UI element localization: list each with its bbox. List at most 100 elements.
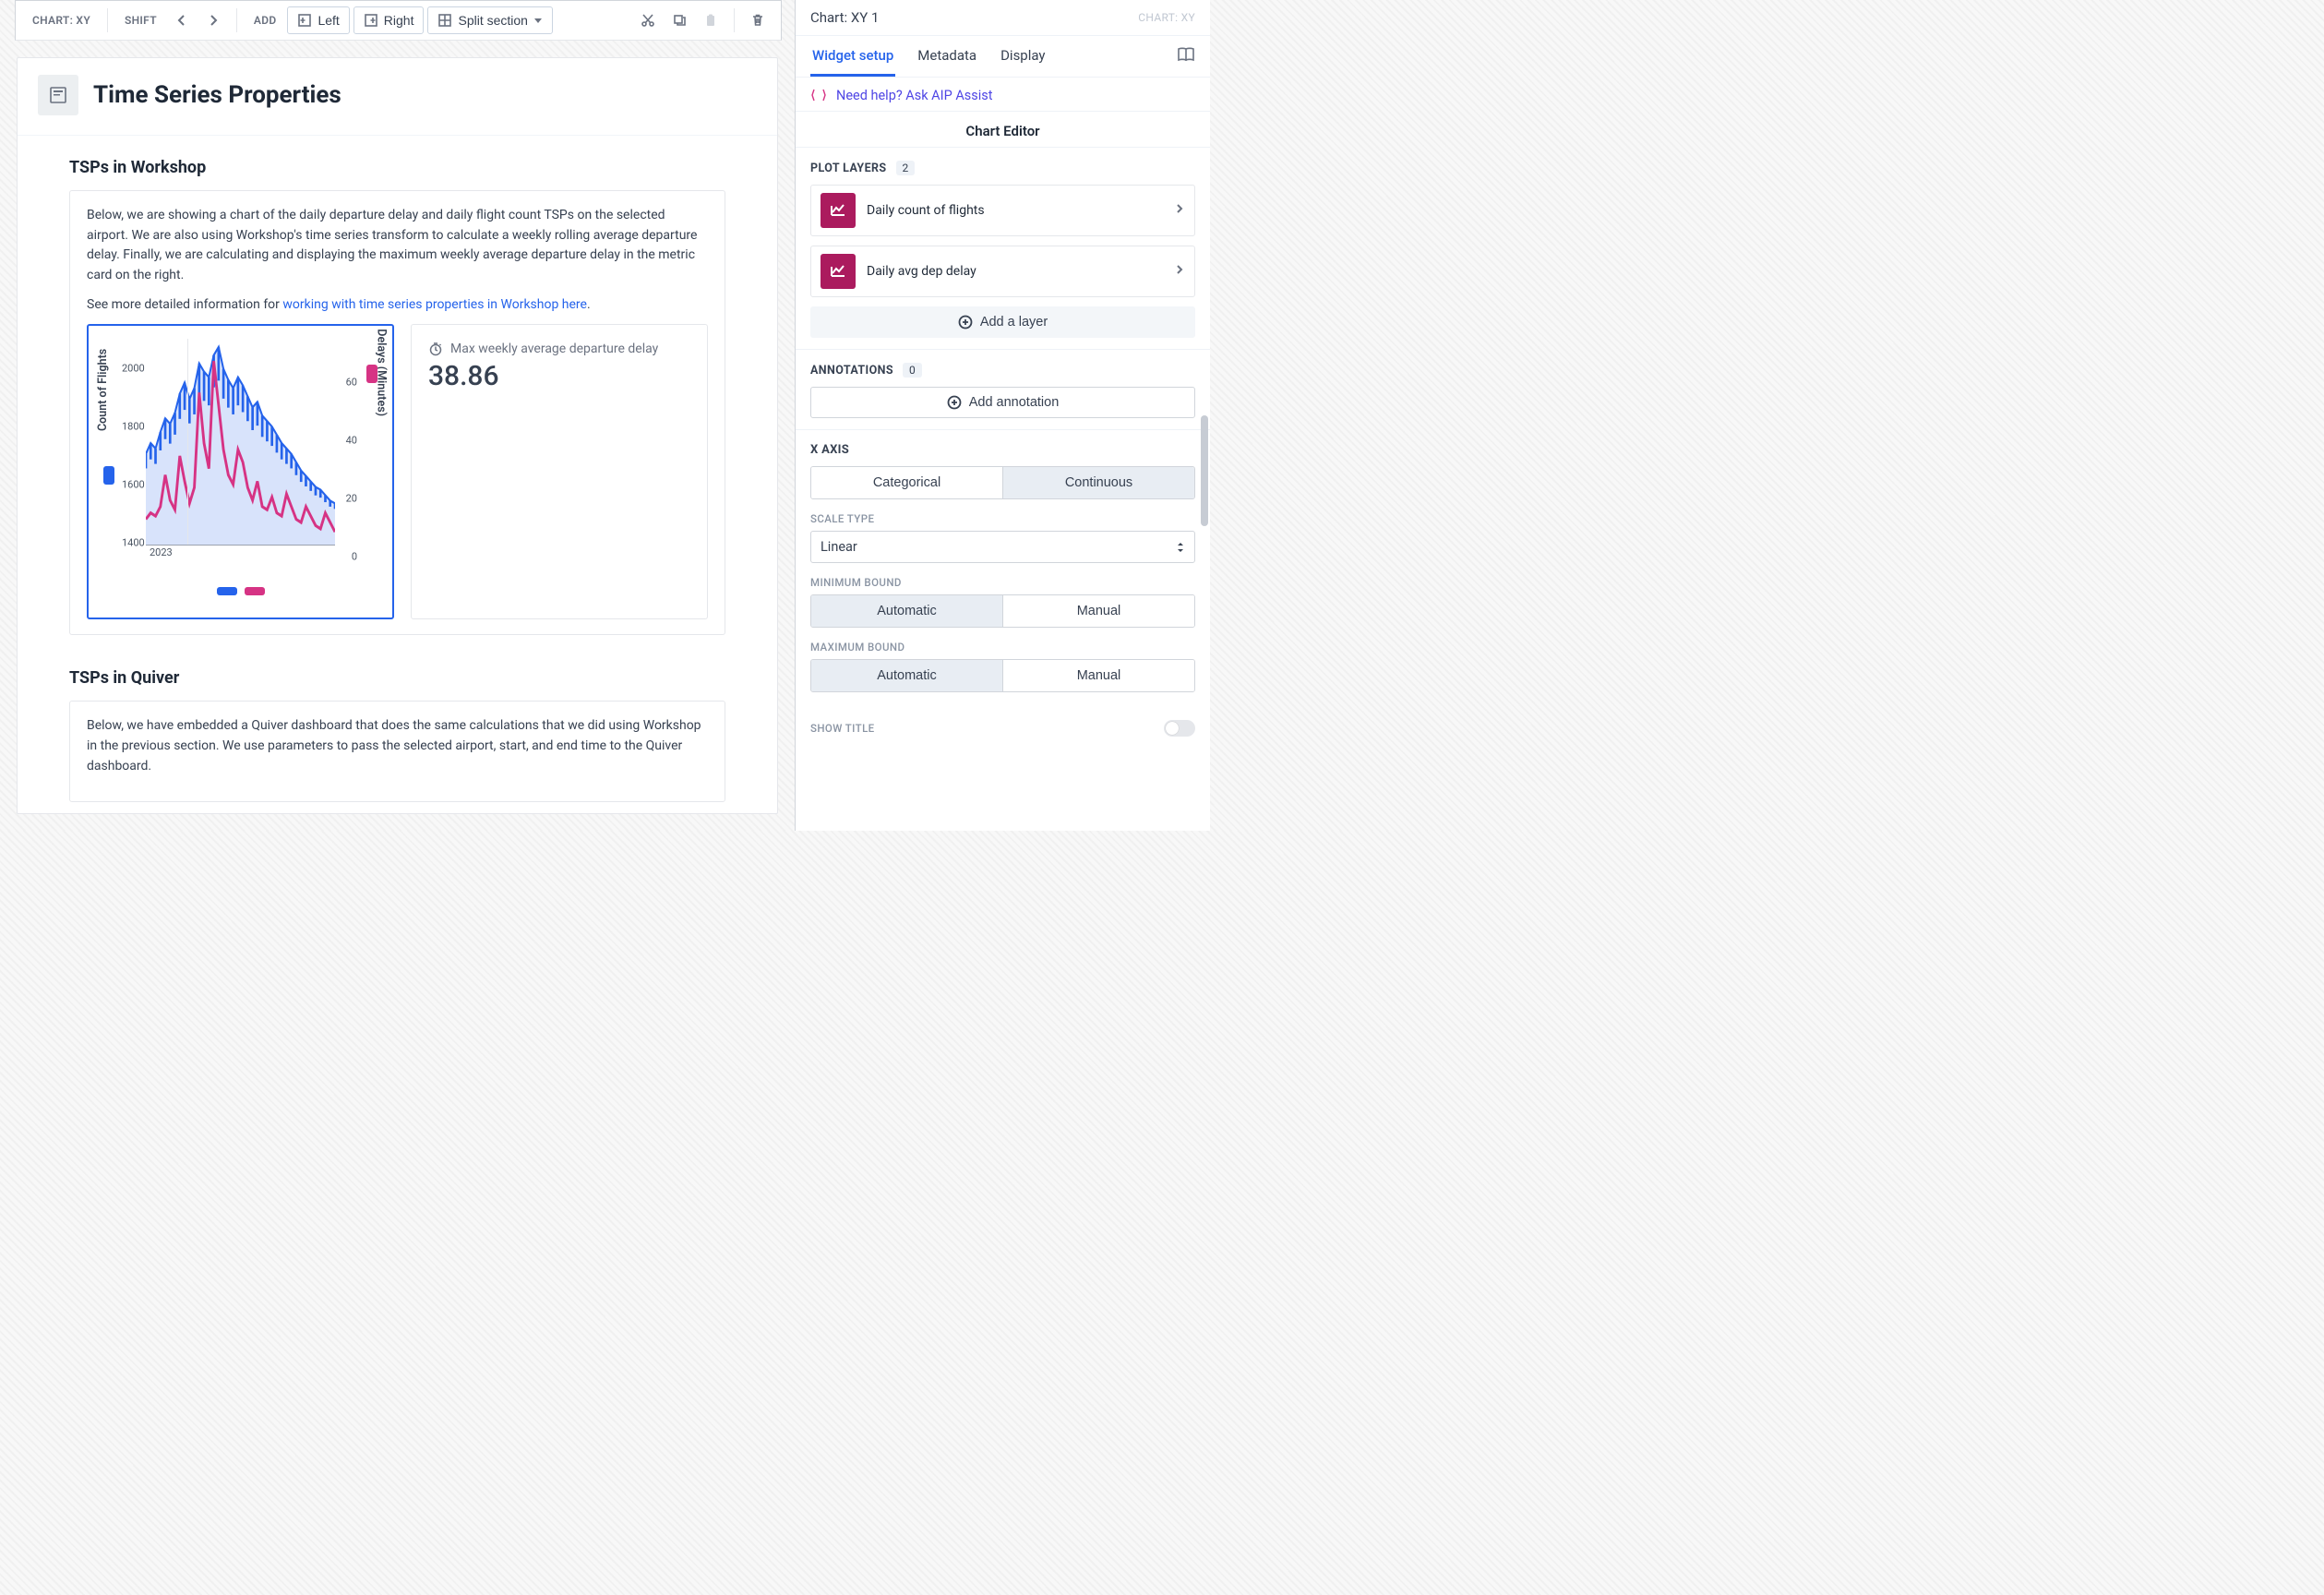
series-swatch-blue [103, 466, 114, 485]
shift-left-icon[interactable] [168, 6, 196, 34]
plus-circle-icon [947, 395, 962, 410]
add-right-button[interactable]: Right [353, 6, 425, 34]
xy-chart[interactable]: Count of Flights Delays (Minutes) [87, 324, 394, 619]
chevron-right-icon [1174, 203, 1185, 218]
layer-item[interactable]: Daily avg dep delay [810, 246, 1195, 297]
metric-card: Max weekly average departure delay 38.86 [411, 324, 708, 619]
trash-icon[interactable] [744, 6, 772, 34]
aip-assist-text: Need help? Ask AIP Assist [836, 88, 993, 103]
section-body: Below, we are showing a chart of the dai… [69, 190, 725, 635]
annotations-block: ANNOTATIONS 0 Add annotation [796, 350, 1210, 430]
y-left-tick: 2000 [122, 363, 145, 375]
workshop-tsp-link[interactable]: working with time series properties in W… [282, 297, 587, 312]
y-right-tick: 40 [346, 435, 357, 447]
annotations-label: ANNOTATIONS [810, 364, 893, 378]
chart-line-icon [821, 193, 856, 228]
tab-display[interactable]: Display [999, 36, 1047, 77]
seg-manual[interactable]: Manual [1002, 660, 1194, 691]
editor-title: Chart Editor [796, 111, 1210, 148]
add-left-label: Left [317, 13, 339, 28]
scale-type-select[interactable]: Linear [810, 531, 1195, 563]
section-title: TSPs in Quiver [69, 668, 725, 688]
plot-area [146, 339, 335, 546]
max-bound-label: MAXIMUM BOUND [810, 641, 1195, 654]
shift-right-icon[interactable] [199, 6, 227, 34]
metric-value: 38.86 [428, 360, 690, 392]
x-axis-block: X AXIS Categorical Continuous SCALE TYPE… [796, 430, 1210, 709]
section-workshop: TSPs in Workshop Below, we are showing a… [18, 136, 777, 646]
docs-icon[interactable] [1177, 38, 1195, 75]
scale-type-value: Linear [821, 539, 857, 555]
x-tick: 2023 [150, 546, 173, 558]
seg-categorical[interactable]: Categorical [811, 467, 1002, 498]
legend-swatch-pink [245, 587, 265, 595]
plus-circle-icon [958, 315, 973, 330]
layer-label: Daily count of flights [867, 203, 985, 218]
section-paragraph: Below, we are showing a chart of the dai… [87, 206, 708, 286]
plot-layers-block: PLOT LAYERS 2 Daily count of flights Dai… [796, 148, 1210, 350]
inspector-title: Chart: XY 1 [810, 9, 879, 26]
chart-svg [146, 339, 335, 545]
seg-auto[interactable]: Automatic [811, 595, 1002, 627]
add-layer-label: Add a layer [980, 315, 1048, 330]
chart-type-label: CHART: XY [25, 14, 98, 27]
stopwatch-icon [428, 342, 443, 356]
section-quiver: TSPs in Quiver Below, we have embedded a… [18, 646, 777, 812]
x-axis-type-segment: Categorical Continuous [810, 466, 1195, 499]
inspector-tabs: Widget setup Metadata Display [796, 36, 1210, 78]
seg-manual[interactable]: Manual [1002, 595, 1194, 627]
y-left-tick: 1400 [122, 537, 145, 549]
page-title: Time Series Properties [93, 81, 341, 109]
add-left-button[interactable]: Left [287, 6, 349, 34]
divider [734, 8, 735, 32]
min-bound-label: MINIMUM BOUND [810, 576, 1195, 589]
layer-item[interactable]: Daily count of flights [810, 185, 1195, 236]
seg-continuous[interactable]: Continuous [1002, 467, 1194, 498]
x-axis-label: X AXIS [810, 443, 1195, 457]
hidden-tabs-row [18, 126, 777, 136]
seg-auto[interactable]: Automatic [811, 660, 1002, 691]
add-annotation-button[interactable]: Add annotation [810, 387, 1195, 418]
show-title-toggle[interactable] [1164, 720, 1195, 737]
copy-icon[interactable] [665, 6, 693, 34]
legend-swatch-blue [217, 587, 237, 595]
legend [98, 587, 383, 595]
scale-type-label: SCALE TYPE [810, 512, 1195, 525]
inspector-panel: Chart: XY 1 CHART: XY Widget setup Metad… [795, 0, 1210, 831]
chevron-right-icon [1174, 264, 1185, 279]
assist-icon [810, 87, 827, 103]
tab-metadata[interactable]: Metadata [916, 36, 978, 77]
aip-assist-link[interactable]: Need help? Ask AIP Assist [796, 78, 1210, 111]
select-caret-icon [1176, 541, 1185, 554]
plot-layers-label: PLOT LAYERS [810, 162, 887, 175]
y-right-tick: 20 [346, 493, 357, 505]
section-paragraph: Below, we have embedded a Quiver dashboa… [87, 716, 708, 776]
tab-widget-setup[interactable]: Widget setup [810, 36, 895, 77]
divider [107, 8, 108, 32]
split-section-button[interactable]: Split section [427, 6, 552, 34]
series-swatch-pink [366, 365, 377, 383]
split-section-label: Split section [458, 13, 527, 28]
annotations-count: 0 [903, 363, 922, 378]
add-label: ADD [246, 14, 284, 27]
cut-icon[interactable] [634, 6, 662, 34]
text: . [587, 297, 591, 312]
add-annotation-label: Add annotation [969, 395, 1060, 410]
layer-label: Daily avg dep delay [867, 264, 976, 279]
y-left-tick: 1800 [122, 421, 145, 433]
add-layer-button[interactable]: Add a layer [810, 306, 1195, 338]
shift-label: SHIFT [117, 14, 164, 27]
document-card: Time Series Properties TSPs in Workshop … [17, 57, 778, 814]
show-title-row: SHOW TITLE [796, 709, 1210, 744]
show-title-label: SHOW TITLE [810, 722, 875, 735]
y-left-tick: 1600 [122, 479, 145, 491]
add-right-label: Right [384, 13, 414, 28]
y-right-tick: 0 [352, 551, 357, 563]
top-toolbar: CHART: XY SHIFT ADD Left Right Split sec… [15, 0, 782, 41]
plot-layers-count: 2 [896, 161, 916, 175]
min-bound-segment: Automatic Manual [810, 594, 1195, 628]
canvas-scroll[interactable]: Time Series Properties TSPs in Workshop … [0, 41, 795, 831]
divider [236, 8, 237, 32]
chart-line-icon [821, 254, 856, 289]
section-body: Below, we have embedded a Quiver dashboa… [69, 701, 725, 801]
